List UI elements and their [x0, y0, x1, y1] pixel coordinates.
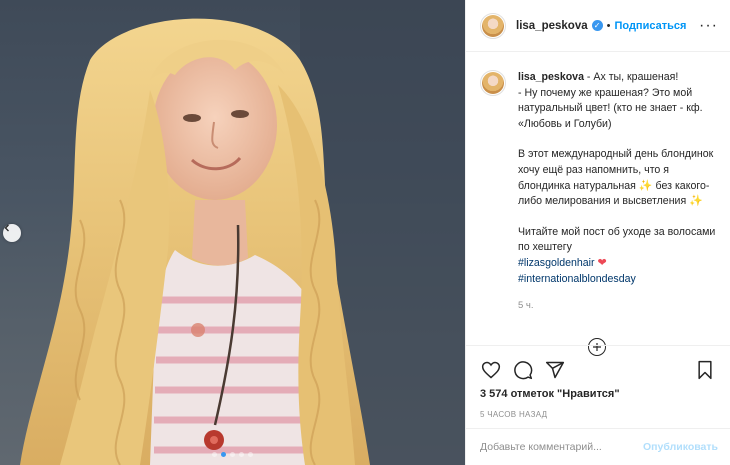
separator: •: [606, 19, 611, 32]
username-link[interactable]: lisa_peskova: [516, 20, 588, 32]
publish-button[interactable]: Опубликовать: [643, 441, 718, 453]
comment-icon[interactable]: [512, 359, 534, 381]
post-timestamp: 5 ЧАСОВ НАЗАД: [480, 410, 548, 419]
comments-area: lisa_peskova - Ах ты, крашеная! - Ну поч…: [466, 52, 730, 356]
bookmark-icon[interactable]: [694, 359, 716, 381]
avatar-image: [482, 14, 504, 37]
post-actions: 3 574 отметок "Нравится" 5 ЧАСОВ НАЗАД: [466, 345, 730, 419]
verified-badge-icon: ✓: [591, 20, 603, 31]
hashtag-row-1: #lizasgoldenhair ❤: [518, 256, 716, 272]
likes-count[interactable]: 3 574 отметок "Нравится": [480, 388, 716, 400]
previous-photo-button[interactable]: [3, 224, 21, 242]
photo-image: [20, 0, 465, 465]
post-header: lisa_peskova ✓ • Подписаться ···: [466, 0, 730, 52]
sparkle-emoji-icon: ✨: [638, 179, 653, 192]
caption-time: 5 ч.: [518, 300, 534, 312]
sparkle-emoji-icon: ✨: [689, 195, 703, 208]
caption-para-3: В этот международный день блондинок хочу…: [518, 147, 716, 209]
caption-text: lisa_peskova - Ах ты, крашеная! - Ну поч…: [518, 70, 716, 314]
carousel-dot-active: [221, 452, 226, 457]
caption-row: lisa_peskova - Ах ты, крашеная! - Ну поч…: [480, 70, 716, 314]
comment-bar: Опубликовать: [466, 428, 730, 465]
caption-para-1: lisa_peskova - Ах ты, крашеная!: [518, 70, 716, 86]
carousel-dot: [230, 452, 235, 457]
more-options-icon[interactable]: ···: [699, 17, 718, 35]
hashtag-link[interactable]: #lizasgoldenhair: [518, 257, 595, 269]
action-icons: [480, 346, 716, 394]
share-icon[interactable]: [544, 359, 566, 381]
avatar[interactable]: [480, 12, 506, 39]
caption-avatar[interactable]: [480, 70, 506, 96]
red-heart-emoji-icon: ❤: [597, 256, 607, 269]
carousel-dot: [248, 452, 253, 457]
post-side-panel: lisa_peskova ✓ • Подписаться ··· lisa_pe…: [465, 0, 730, 465]
caption-line-4: Читайте мой пост об уходе за волосами по…: [518, 225, 716, 254]
follow-button[interactable]: Подписаться: [614, 20, 686, 32]
carousel-dot: [212, 452, 217, 457]
caption-username[interactable]: lisa_peskova: [518, 71, 584, 83]
carousel-dots: [212, 452, 253, 457]
caption-line-2: - Ну почему же крашеная? Это мой натурал…: [518, 86, 703, 130]
chevron-left-icon: [4, 224, 9, 232]
hashtag-row-2: #internationalblondesday: [518, 272, 716, 288]
comment-input[interactable]: [480, 441, 644, 453]
carousel-dot: [239, 452, 244, 457]
post-photo[interactable]: [0, 0, 465, 465]
caption-para-4: Читайте мой пост об уходе за волосами по…: [518, 225, 716, 256]
caption-line-1: - Ах ты, крашеная!: [583, 71, 679, 83]
avatar-image: [482, 72, 504, 94]
hashtag-link[interactable]: #internationalblondesday: [518, 273, 636, 285]
heart-icon[interactable]: [480, 359, 502, 381]
